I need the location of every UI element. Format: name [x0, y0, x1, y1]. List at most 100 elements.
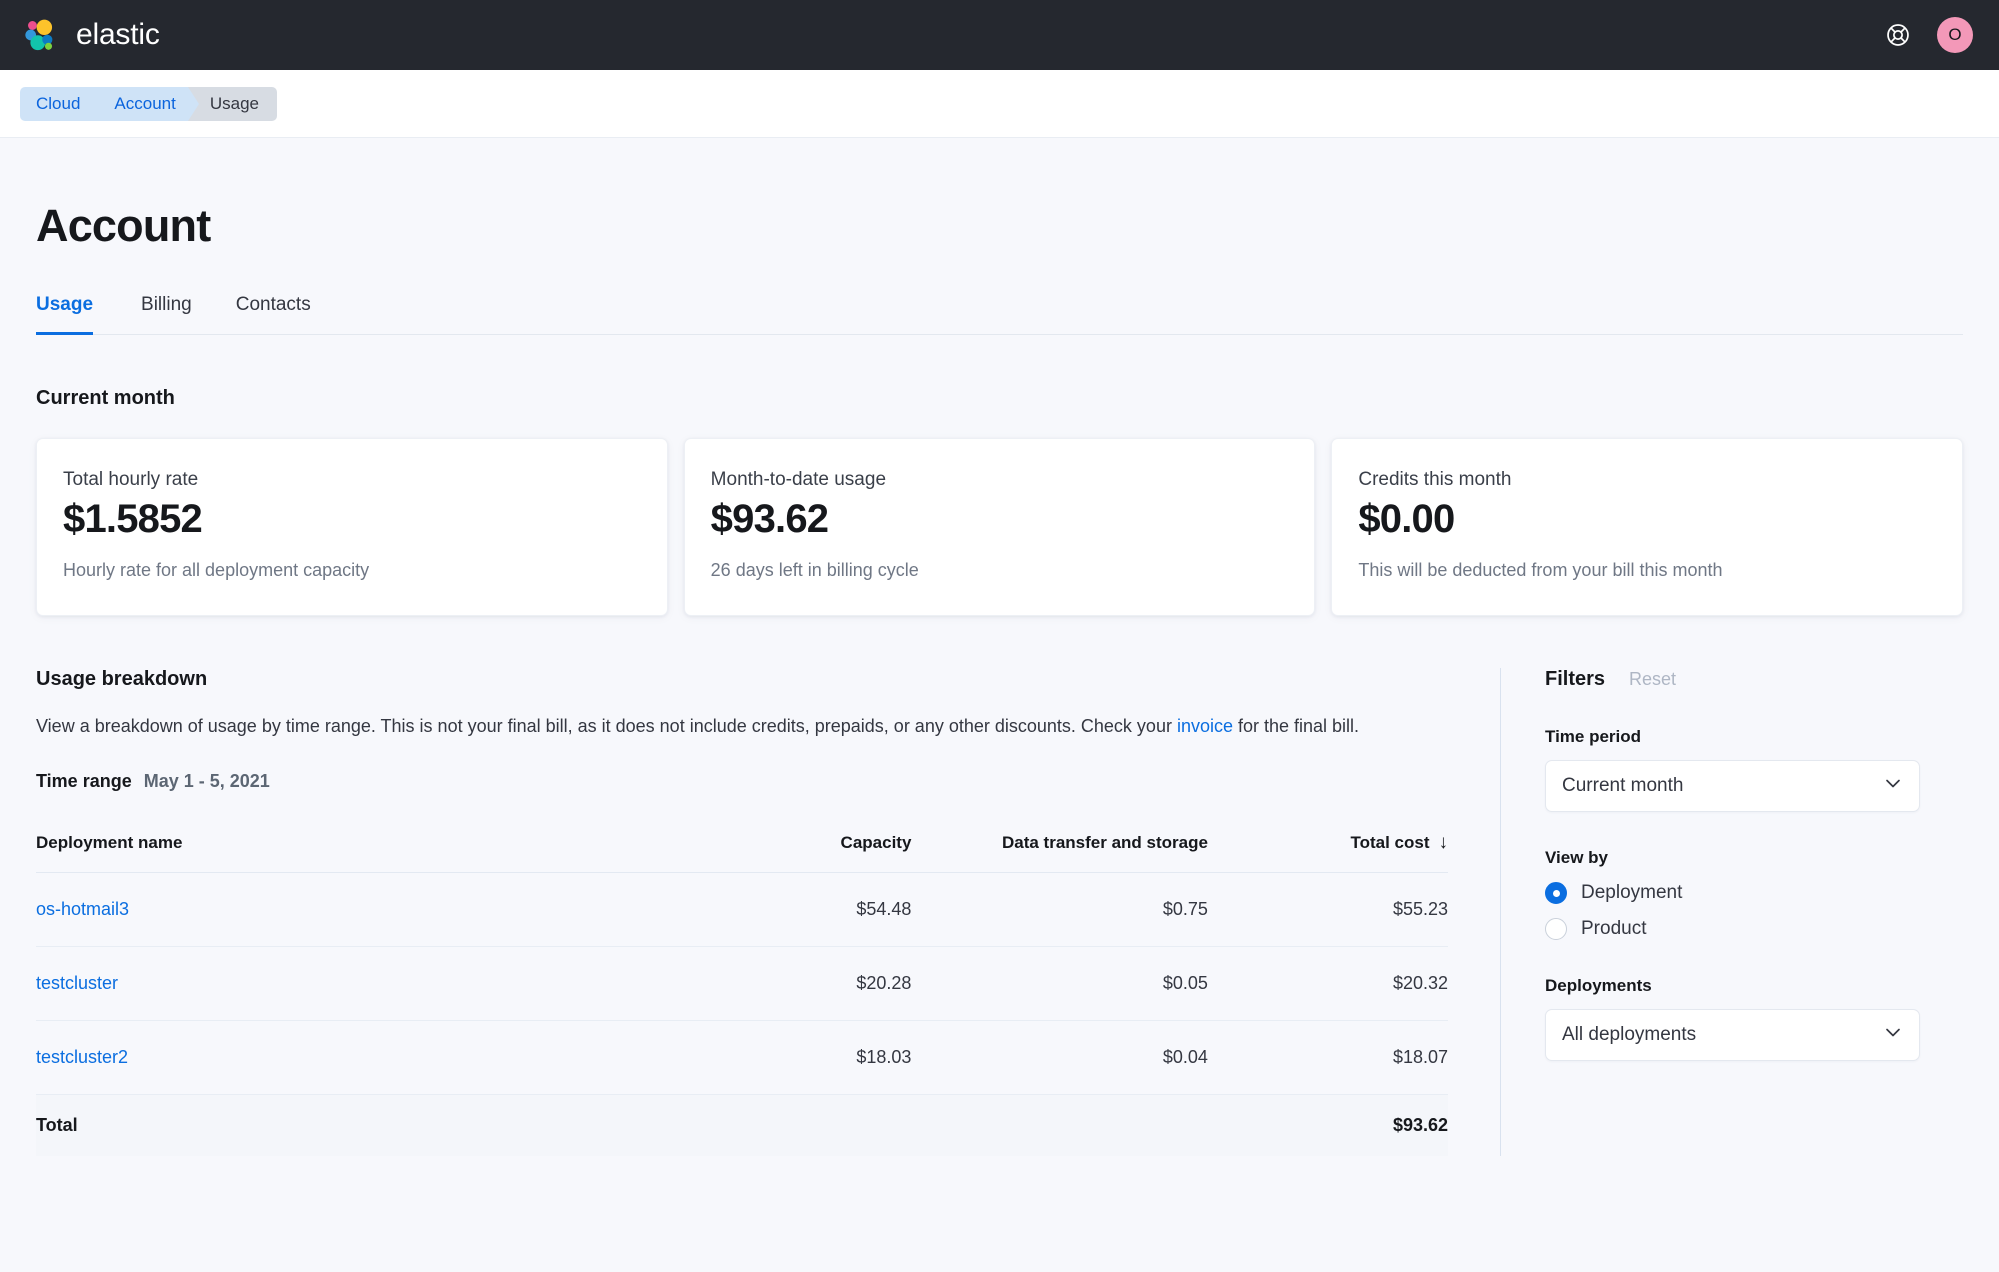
time-range: Time range May 1 - 5, 2021: [36, 771, 1456, 792]
table-header-row: Deployment name Capacity Data transfer a…: [36, 819, 1449, 873]
elastic-logo-icon: [20, 16, 58, 54]
deployments-selected-value: All deployments: [1562, 1024, 1697, 1045]
cell-data-transfer: $0.05: [911, 946, 1208, 1021]
breadcrumb-item-usage: Usage: [187, 86, 277, 121]
deployment-link[interactable]: testcluster2: [36, 1047, 128, 1067]
time-period-selected-value: Current month: [1562, 775, 1684, 796]
time-period-select[interactable]: Current month: [1545, 760, 1920, 812]
radio-button-deployment-icon[interactable]: [1545, 882, 1567, 904]
brand[interactable]: elastic: [20, 16, 160, 54]
breadcrumb-item-account[interactable]: Account: [92, 86, 199, 121]
table-row: os-hotmail3 $54.48 $0.75 $55.23: [36, 872, 1448, 947]
time-range-value: May 1 - 5, 2021: [143, 770, 270, 791]
card-value: $93.62: [710, 497, 829, 541]
tab-label: Contacts: [235, 294, 311, 315]
cell-capacity: $20.28: [657, 946, 912, 1021]
tab-label: Usage: [36, 294, 94, 315]
tab-usage[interactable]: Usage: [36, 294, 119, 335]
top-navigation-bar: elastic O: [0, 0, 1999, 70]
time-period-label: Time period: [1545, 727, 1642, 746]
table-row: testcluster $20.28 $0.05 $20.32: [36, 946, 1448, 1021]
help-lifebuoy-icon[interactable]: [1885, 22, 1911, 48]
cell-total: $20.32: [1207, 946, 1448, 1021]
breadcrumb-label: Account: [114, 93, 176, 113]
column-header-data-transfer-and-storage[interactable]: Data transfer and storage: [911, 819, 1208, 873]
filters-header: Filters Reset: [1545, 668, 1920, 691]
radio-button-product-icon[interactable]: [1545, 918, 1567, 940]
deployment-link[interactable]: testcluster: [36, 973, 118, 993]
cell-deployment-name: testcluster2: [36, 1020, 658, 1095]
page-content: Account Usage Billing Contacts Current m…: [0, 138, 1999, 1272]
current-month-heading: Current month: [36, 387, 175, 409]
breakdown-and-filters: Usage breakdown View a breakdown of usag…: [36, 668, 1963, 1156]
column-header-deployment-name[interactable]: Deployment name: [36, 819, 658, 873]
cell-capacity: $54.48: [657, 872, 912, 947]
radio-label: Deployment: [1581, 882, 1683, 903]
radio-label: Product: [1581, 918, 1647, 939]
table-row: testcluster2 $18.03 $0.04 $18.07: [36, 1020, 1448, 1095]
time-range-label: Time range: [36, 770, 132, 791]
breadcrumb-chevron-icon: [92, 86, 104, 121]
column-header-total-cost[interactable]: Total cost ↓: [1207, 819, 1449, 873]
chevron-down-icon: [1883, 1022, 1903, 1048]
filters-title: Filters: [1545, 668, 1606, 690]
usage-breakdown-heading: Usage breakdown: [36, 668, 208, 690]
card-value: $0.00: [1358, 497, 1455, 541]
description-text-part-2: for the final bill.: [1232, 716, 1360, 736]
card-value: $1.5852: [63, 497, 203, 541]
view-by-label: View by: [1545, 848, 1608, 867]
description-text-part-1: View a breakdown of usage by time range.…: [36, 716, 1177, 736]
usage-table-body: os-hotmail3 $54.48 $0.75 $55.23 testclus…: [36, 872, 1448, 1156]
card-subtext: This will be deducted from your bill thi…: [1358, 560, 1723, 580]
column-header-capacity[interactable]: Capacity: [657, 819, 912, 873]
invoice-link[interactable]: invoice: [1177, 716, 1233, 736]
brand-name: elastic: [76, 18, 160, 51]
cell-capacity: $18.03: [657, 1020, 912, 1095]
cell-total-capacity: [657, 1094, 912, 1156]
deployments-label: Deployments: [1545, 976, 1652, 995]
chevron-down-icon: [1883, 773, 1903, 799]
cell-data-transfer: $0.75: [911, 872, 1208, 947]
card-label: Credits this month: [1358, 469, 1512, 490]
breadcrumb: Cloud Account Usage: [20, 86, 277, 121]
card-label: Month-to-date usage: [710, 469, 887, 490]
breadcrumb-label: Usage: [209, 93, 259, 113]
deployment-link[interactable]: os-hotmail3: [36, 899, 129, 919]
card-month-to-date-usage: Month-to-date usage $93.62 26 days left …: [683, 438, 1316, 616]
cell-deployment-name: testcluster: [36, 946, 658, 1021]
usage-table: Deployment name Capacity Data transfer a…: [36, 819, 1449, 1156]
breadcrumb-item-cloud[interactable]: Cloud: [20, 86, 104, 121]
table-total-row: Total $93.62: [36, 1094, 1448, 1156]
card-label: Total hourly rate: [63, 469, 199, 490]
cell-grand-total: $93.62: [1207, 1094, 1448, 1156]
card-subtext: Hourly rate for all deployment capacity: [63, 560, 370, 580]
page-title: Account: [36, 200, 211, 251]
tab-billing[interactable]: Billing: [119, 294, 214, 334]
deployments-select[interactable]: All deployments: [1545, 1009, 1920, 1061]
card-credits-this-month: Credits this month $0.00 This will be de…: [1331, 438, 1964, 616]
topbar-actions: O: [1885, 17, 1973, 53]
breadcrumb-bar: Cloud Account Usage: [0, 70, 1999, 138]
usage-table-head: Deployment name Capacity Data transfer a…: [36, 819, 1449, 873]
cell-data-transfer: $0.04: [911, 1020, 1208, 1095]
radio-option-deployment[interactable]: Deployment: [1545, 882, 1920, 904]
cell-total: $55.23: [1207, 872, 1448, 947]
cell-total-label: Total: [36, 1094, 658, 1156]
card-subtext: 26 days left in billing cycle: [710, 560, 919, 580]
breadcrumb-label: Cloud: [36, 93, 81, 113]
cell-total: $18.07: [1207, 1020, 1448, 1095]
account-tabs: Usage Billing Contacts: [36, 294, 1963, 335]
column-header-total-cost-label: Total cost: [1350, 832, 1430, 852]
usage-breakdown-description: View a breakdown of usage by time range.…: [36, 713, 1456, 741]
reset-filters-button[interactable]: Reset: [1629, 669, 1676, 690]
filters-panel: Filters Reset Time period Current month …: [1500, 668, 1920, 1156]
cell-total-data-transfer: [911, 1094, 1208, 1156]
summary-cards: Total hourly rate $1.5852 Hourly rate fo…: [36, 438, 1964, 616]
sort-descending-icon: ↓: [1438, 831, 1449, 853]
avatar[interactable]: O: [1937, 17, 1973, 53]
cell-deployment-name: os-hotmail3: [36, 872, 658, 947]
radio-option-product[interactable]: Product: [1545, 918, 1920, 940]
card-total-hourly-rate: Total hourly rate $1.5852 Hourly rate fo…: [36, 438, 668, 616]
tab-contacts[interactable]: Contacts: [214, 294, 333, 334]
usage-breakdown-section: Usage breakdown View a breakdown of usag…: [36, 668, 1500, 1156]
